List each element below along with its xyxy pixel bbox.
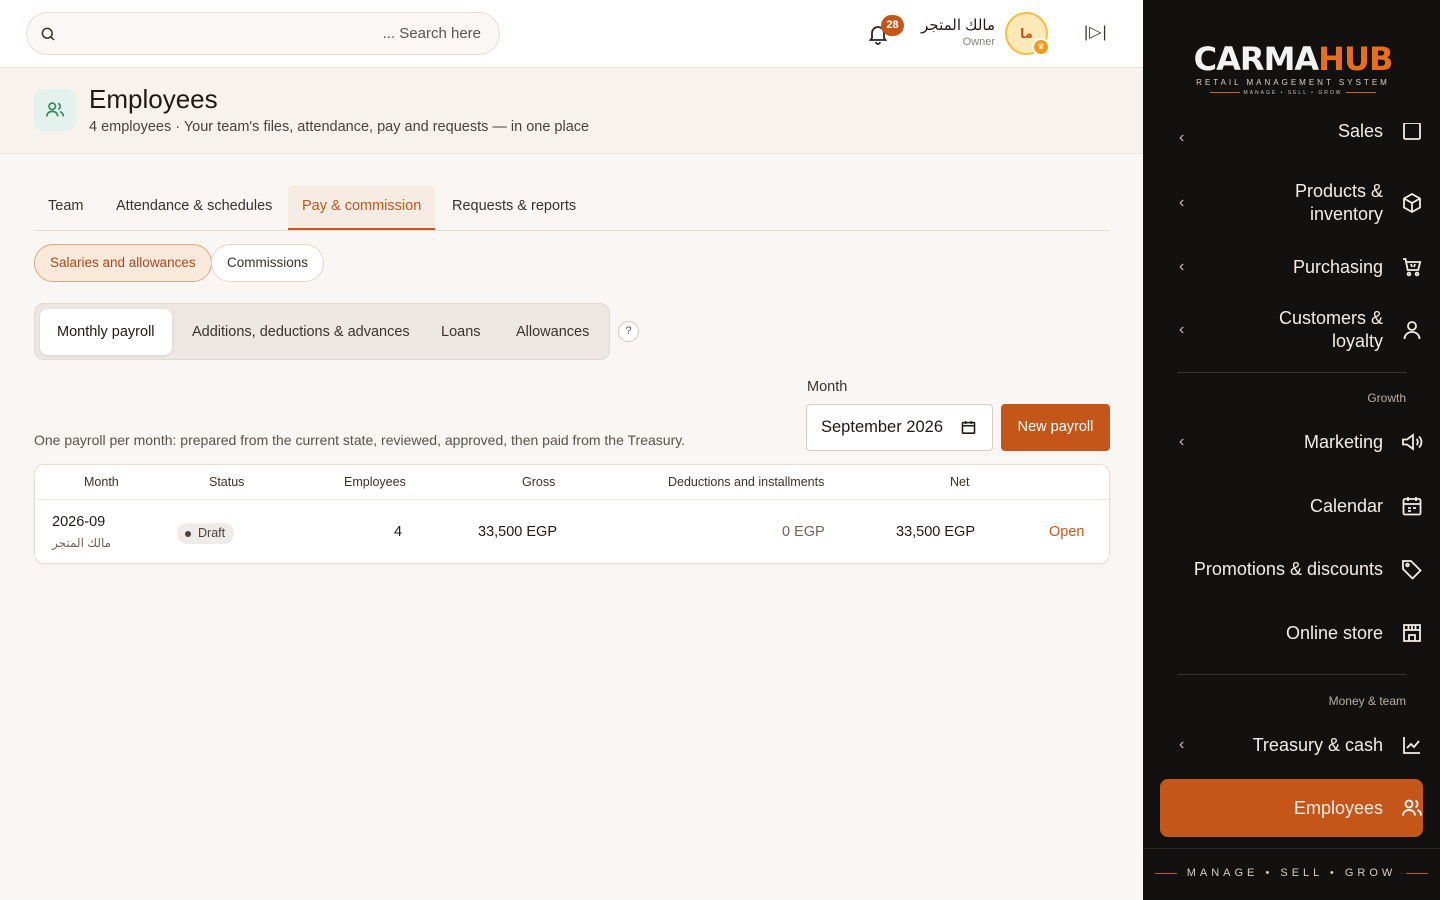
chevron-left-icon: ‹: [1179, 194, 1185, 211]
col-net: Net: [950, 475, 970, 489]
user-name: مالك المتجر: [921, 17, 995, 34]
col-status: Status: [209, 475, 245, 489]
tab-pay-commission[interactable]: Pay & commission: [288, 185, 436, 230]
sidebar-item-promotions[interactable]: Promotions & discounts: [1173, 556, 1425, 582]
payroll-description: One payroll per month: prepared from the…: [34, 432, 686, 448]
payroll-segmented-control: Monthly payroll Additions, deductions & …: [34, 303, 610, 360]
sidebar-item-purchasing[interactable]: ‹ Purchasing: [1173, 254, 1425, 280]
sidebar-item-marketing[interactable]: ‹ Marketing: [1173, 429, 1425, 455]
col-employees: Employees: [344, 475, 406, 489]
page-header: Employees 4 employees · Your team's file…: [0, 68, 1143, 154]
row-deductions: 0 EGP: [782, 524, 825, 540]
segment-loans[interactable]: Loans: [424, 309, 498, 355]
pill-salaries-allowances[interactable]: Salaries and allowances: [34, 244, 212, 282]
page-title: Employees: [89, 84, 218, 114]
top-bar: ... Search here 28 مالك المتجر Owner ما …: [0, 0, 1143, 68]
search-placeholder: ... Search here: [382, 25, 481, 42]
sidebar-item-treasury[interactable]: ‹ Treasury & cash: [1173, 732, 1425, 758]
sidebar-footer-tagline: MANAGE • SELL • GROW: [1143, 867, 1440, 879]
page-subtitle: 4 employees · Your team's files, attenda…: [89, 119, 590, 135]
tab-requests-reports[interactable]: Requests & reports: [438, 185, 590, 230]
month-value: September 2026: [821, 418, 944, 436]
chevron-left-icon: ‹: [1179, 321, 1185, 338]
notification-count: 28: [881, 15, 904, 36]
sidebar-divider: [1178, 674, 1406, 675]
row-employees: 4: [394, 524, 403, 540]
pill-commissions[interactable]: Commissions: [211, 244, 325, 282]
col-month: Month: [84, 475, 119, 489]
tag-icon: [1399, 556, 1425, 582]
row-gross: 33,500 EGP: [478, 524, 557, 540]
chevron-left-icon: ‹: [1179, 433, 1185, 450]
sidebar-item-products[interactable]: ‹ Products & inventory: [1173, 180, 1425, 226]
tab-attendance[interactable]: Attendance & schedules: [102, 185, 286, 230]
user-role: Owner: [962, 36, 995, 48]
segment-allowances[interactable]: Allowances: [499, 309, 606, 355]
help-icon[interactable]: ?: [618, 321, 639, 342]
store-icon: [1399, 620, 1425, 646]
megaphone-icon: [1399, 429, 1425, 455]
new-payroll-button[interactable]: New payroll: [1001, 404, 1110, 451]
users-icon: [1399, 795, 1425, 821]
search-box[interactable]: ... Search here: [26, 12, 500, 55]
sidebar-footer-separator: [1143, 848, 1440, 849]
users-icon: [34, 89, 76, 131]
sidebar-item-calendar[interactable]: Calendar: [1173, 493, 1425, 519]
segment-additions-deductions[interactable]: Additions, deductions & advances: [175, 309, 427, 355]
row-month: 2026-09: [52, 514, 106, 530]
col-gross: Gross: [522, 475, 556, 489]
section-money-team: Money & team: [1328, 694, 1406, 708]
segment-monthly-payroll[interactable]: Monthly payroll: [40, 309, 172, 355]
row-store: مالك المتجر: [52, 536, 112, 550]
chevron-left-icon: ‹: [1179, 258, 1185, 275]
open-payroll-link[interactable]: Open: [1049, 524, 1084, 540]
sidebar-item-customers[interactable]: ‹ Customers & loyalty: [1173, 307, 1425, 353]
row-net: 33,500 EGP: [896, 524, 975, 540]
payroll-table: Month Status Employees Gross Deductions …: [34, 464, 1110, 564]
search-icon: [41, 27, 55, 41]
table-header: Month Status Employees Gross Deductions …: [35, 465, 1109, 500]
sidebar: CARMAHUB RETAIL MANAGEMENT SYSTEM MANAGE…: [1143, 0, 1440, 900]
sidebar-divider: [1178, 372, 1406, 373]
month-picker[interactable]: September 2026: [806, 404, 993, 451]
main-tabs: Team Attendance & schedules Pay & commis…: [34, 185, 1109, 231]
status-badge: Draft: [177, 523, 235, 544]
sidebar-item-online-store[interactable]: Online store: [1173, 620, 1425, 646]
chart-icon: [1399, 732, 1425, 758]
cart-icon: [1399, 254, 1425, 280]
sidebar-item-sales[interactable]: ‹ Sales: [1173, 123, 1425, 153]
crown-icon: ♛: [1032, 38, 1050, 56]
box-icon: [1399, 190, 1425, 216]
section-growth: Growth: [1367, 391, 1406, 405]
logo: CARMAHUB RETAIL MANAGEMENT SYSTEM MANAGE…: [1193, 40, 1394, 96]
chevron-left-icon: ‹: [1179, 736, 1185, 753]
tab-team[interactable]: Team: [34, 185, 97, 230]
receipt-icon: [1399, 123, 1425, 144]
calendar-icon: [1399, 493, 1425, 519]
sidebar-collapse-button[interactable]: |▷|: [1084, 22, 1108, 42]
calendar-icon: [961, 421, 976, 434]
chevron-left-icon: ‹: [1179, 129, 1185, 146]
sidebar-item-employees[interactable]: Employees: [1173, 795, 1425, 821]
col-deductions: Deductions and installments: [668, 475, 825, 489]
month-label: Month: [807, 379, 848, 395]
user-icon: [1399, 317, 1425, 343]
